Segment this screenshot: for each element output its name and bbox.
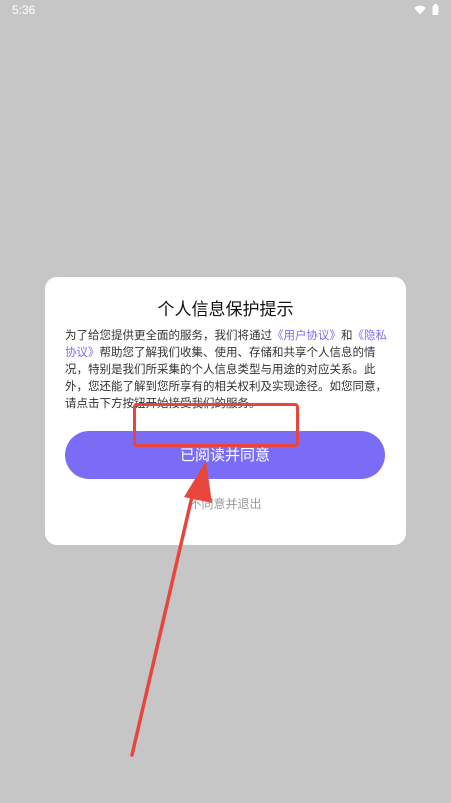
body-rest: 帮助您了解我们收集、使用、存储和共享个人信息的情况，特别是我们所采集的个人信息类… — [65, 345, 387, 410]
status-bar: 5:36 — [0, 0, 451, 22]
wifi-icon — [414, 5, 426, 14]
body-intro: 为了给您提供更全面的服务，我们将通过 — [65, 328, 272, 342]
privacy-dialog: 个人信息保护提示 为了给您提供更全面的服务，我们将通过《用户协议》和《隐私协议》… — [45, 277, 406, 545]
body-and: 和 — [341, 328, 353, 342]
dialog-body: 为了给您提供更全面的服务，我们将通过《用户协议》和《隐私协议》帮助您了解我们收集… — [65, 327, 387, 412]
user-agreement-link[interactable]: 《用户协议》 — [272, 328, 341, 342]
battery-icon — [432, 4, 439, 15]
status-time: 5:36 — [12, 3, 36, 17]
agree-button[interactable]: 已阅读并同意 — [65, 431, 385, 479]
status-icons — [414, 4, 439, 15]
dialog-title: 个人信息保护提示 — [157, 300, 294, 320]
decline-exit-link[interactable]: 不同意并退出 — [45, 495, 406, 512]
